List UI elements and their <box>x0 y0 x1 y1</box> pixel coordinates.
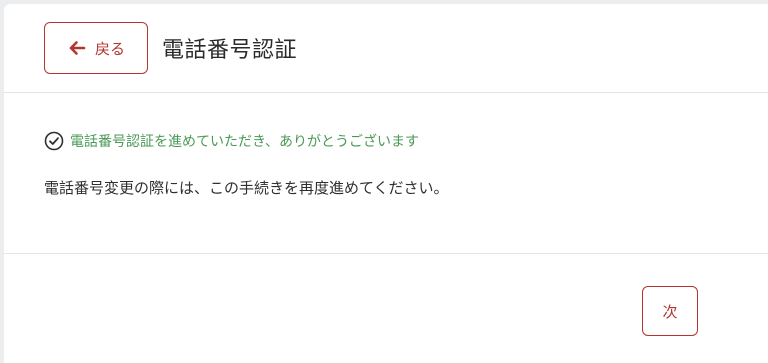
check-circle-icon <box>44 131 64 151</box>
back-button-label: 戻る <box>94 39 125 58</box>
page-header: 戻る 電話番号認証 <box>4 4 768 93</box>
page-title: 電話番号認証 <box>162 38 298 63</box>
success-message-text: 電話番号認証を進めていただき、ありがとうございます <box>70 134 420 150</box>
description-text: 電話番号変更の際には、この手続きを再度進めてください。 <box>44 179 449 197</box>
arrow-left-icon <box>67 38 87 58</box>
next-button[interactable]: 次 <box>642 286 698 336</box>
success-message: 電話番号認証を進めていただき、ありがとうございます <box>44 131 419 151</box>
back-button[interactable]: 戻る <box>44 22 148 74</box>
main-content: 電話番号認証を進めていただき、ありがとうございます 電話番号変更の際には、この手… <box>4 93 768 254</box>
